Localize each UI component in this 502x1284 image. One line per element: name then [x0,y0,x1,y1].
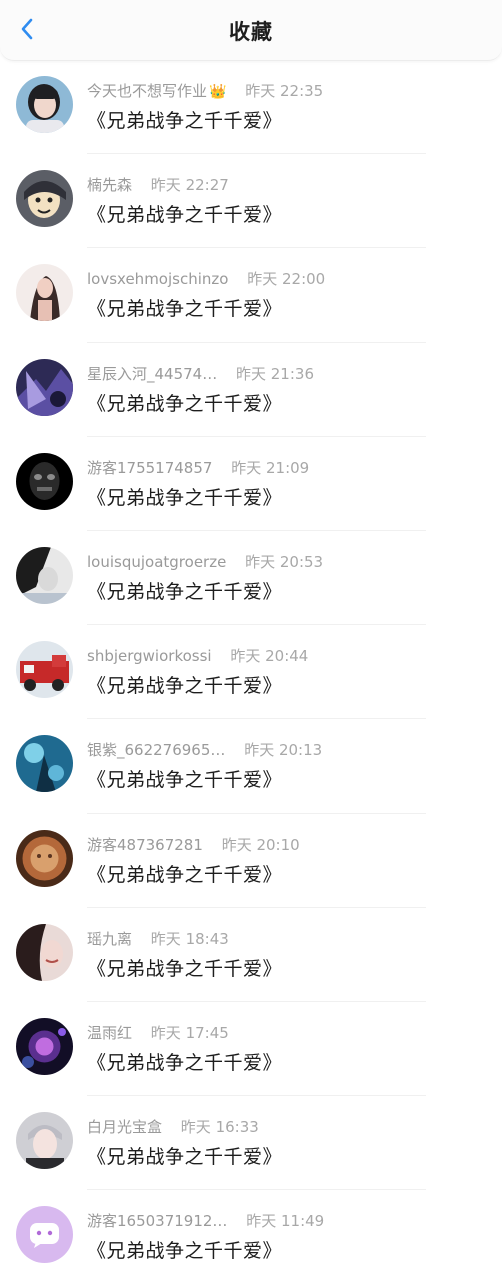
timestamp: 昨天 22:27 [150,176,229,195]
timestamp: 昨天 22:00 [247,270,326,289]
user-name: louisqujoatgroerze [87,552,227,571]
list-item[interactable]: 游客487367281 昨天 20:10 《兄弟战争之千千爱》 [0,814,502,908]
avatar[interactable] [16,170,73,228]
book-title: 《兄弟战争之千千爱》 [87,110,283,132]
avatar[interactable] [16,1112,73,1170]
avatar[interactable] [16,1206,73,1264]
list-item[interactable]: 今天也不想写作业 👑 昨天 22:35 《兄弟战争之千千爱》 [0,60,502,155]
user-name: 银紫_662276965… [87,741,226,760]
timestamp: 昨天 20:13 [244,741,323,760]
book-title: 《兄弟战争之千千爱》 [87,580,283,603]
user-name: 游客1650371912… [87,1212,228,1231]
book-title: 《兄弟战争之千千爱》 [87,1146,283,1169]
timestamp: 昨天 16:33 [180,1118,259,1137]
user-name: 瑶九离 [87,929,133,948]
list-item[interactable]: 游客1755174857 昨天 21:09 《兄弟战争之千千爱》 [0,437,502,531]
book-title: 《兄弟战争之千千爱》 [87,1051,283,1074]
timestamp: 昨天 20:44 [230,647,309,666]
user-name: 温雨红 [87,1023,133,1042]
avatar[interactable] [16,735,73,793]
timestamp: 昨天 20:10 [221,835,300,854]
avatar[interactable] [16,358,73,416]
list-item[interactable]: 楠先森 昨天 22:27 《兄弟战争之千千爱》 [0,154,502,249]
timestamp: 昨天 21:09 [231,458,310,477]
avatar[interactable] [16,641,73,699]
timestamp: 昨天 18:43 [150,929,229,948]
book-title: 《兄弟战争之千千爱》 [87,957,283,980]
book-title: 《兄弟战争之千千爱》 [87,298,283,321]
avatar[interactable] [16,1017,73,1075]
avatar[interactable] [16,264,73,322]
crown-icon: 👑 [209,84,227,100]
list-item[interactable]: 银紫_662276965… 昨天 20:13 《兄弟战争之千千爱》 [0,719,502,814]
user-name: lovsxehmojschinzo [87,270,229,289]
list-item[interactable]: 温雨红 昨天 17:45 《兄弟战争之千千爱》 [0,1002,502,1097]
user-name: 星辰入河_44574… [87,364,218,383]
navigation-bar: 收藏 [0,0,502,61]
avatar[interactable] [16,452,73,510]
book-title: 《兄弟战争之千千爱》 [87,1240,283,1263]
timestamp: 昨天 20:53 [245,552,324,571]
book-title: 《兄弟战争之千千爱》 [87,863,283,886]
list-item[interactable]: 白月光宝盒 昨天 16:33 《兄弟战争之千千爱》 [0,1096,502,1191]
list-item[interactable]: louisqujoatgroerze 昨天 20:53 《兄弟战争之千千爱》 [0,531,502,626]
list-item[interactable]: 游客1650371912… 昨天 11:49 《兄弟战争之千千爱》 [0,1190,502,1284]
favorites-list: 今天也不想写作业 👑 昨天 22:35 《兄弟战争之千千爱》 楠先森 昨天 22:… [0,60,502,1284]
timestamp: 昨天 17:45 [150,1023,229,1042]
user-name: 游客1755174857 [87,458,213,477]
page-title: 收藏 [229,20,273,44]
timestamp: 昨天 22:35 [245,82,324,100]
list-item[interactable]: shbjergwiorkossi 昨天 20:44 《兄弟战争之千千爱》 [0,625,502,720]
book-title: 《兄弟战争之千千爱》 [87,769,283,792]
book-title: 《兄弟战争之千千爱》 [87,486,283,509]
timestamp: 昨天 21:36 [236,364,314,383]
book-title: 《兄弟战争之千千爱》 [87,675,283,698]
book-title: 《兄弟战争之千千爱》 [87,204,283,227]
user-name: 今天也不想写作业 [87,82,208,100]
avatar[interactable] [16,546,73,604]
user-name: 楠先森 [87,176,133,195]
list-item[interactable]: 星辰入河_44574… 昨天 21:36 《兄弟战争之千千爱》 [0,343,502,437]
user-name: 游客487367281 [87,835,203,854]
user-name: shbjergwiorkossi [87,647,212,666]
avatar[interactable] [16,923,73,981]
list-item[interactable]: lovsxehmojschinzo 昨天 22:00 《兄弟战争之千千爱》 [0,248,502,343]
avatar[interactable] [16,829,73,887]
list-item[interactable]: 瑶九离 昨天 18:43 《兄弟战争之千千爱》 [0,908,502,1002]
avatar[interactable] [16,76,73,133]
user-name: 白月光宝盒 [87,1118,163,1137]
book-title: 《兄弟战争之千千爱》 [87,392,283,415]
timestamp: 昨天 11:49 [246,1212,325,1231]
